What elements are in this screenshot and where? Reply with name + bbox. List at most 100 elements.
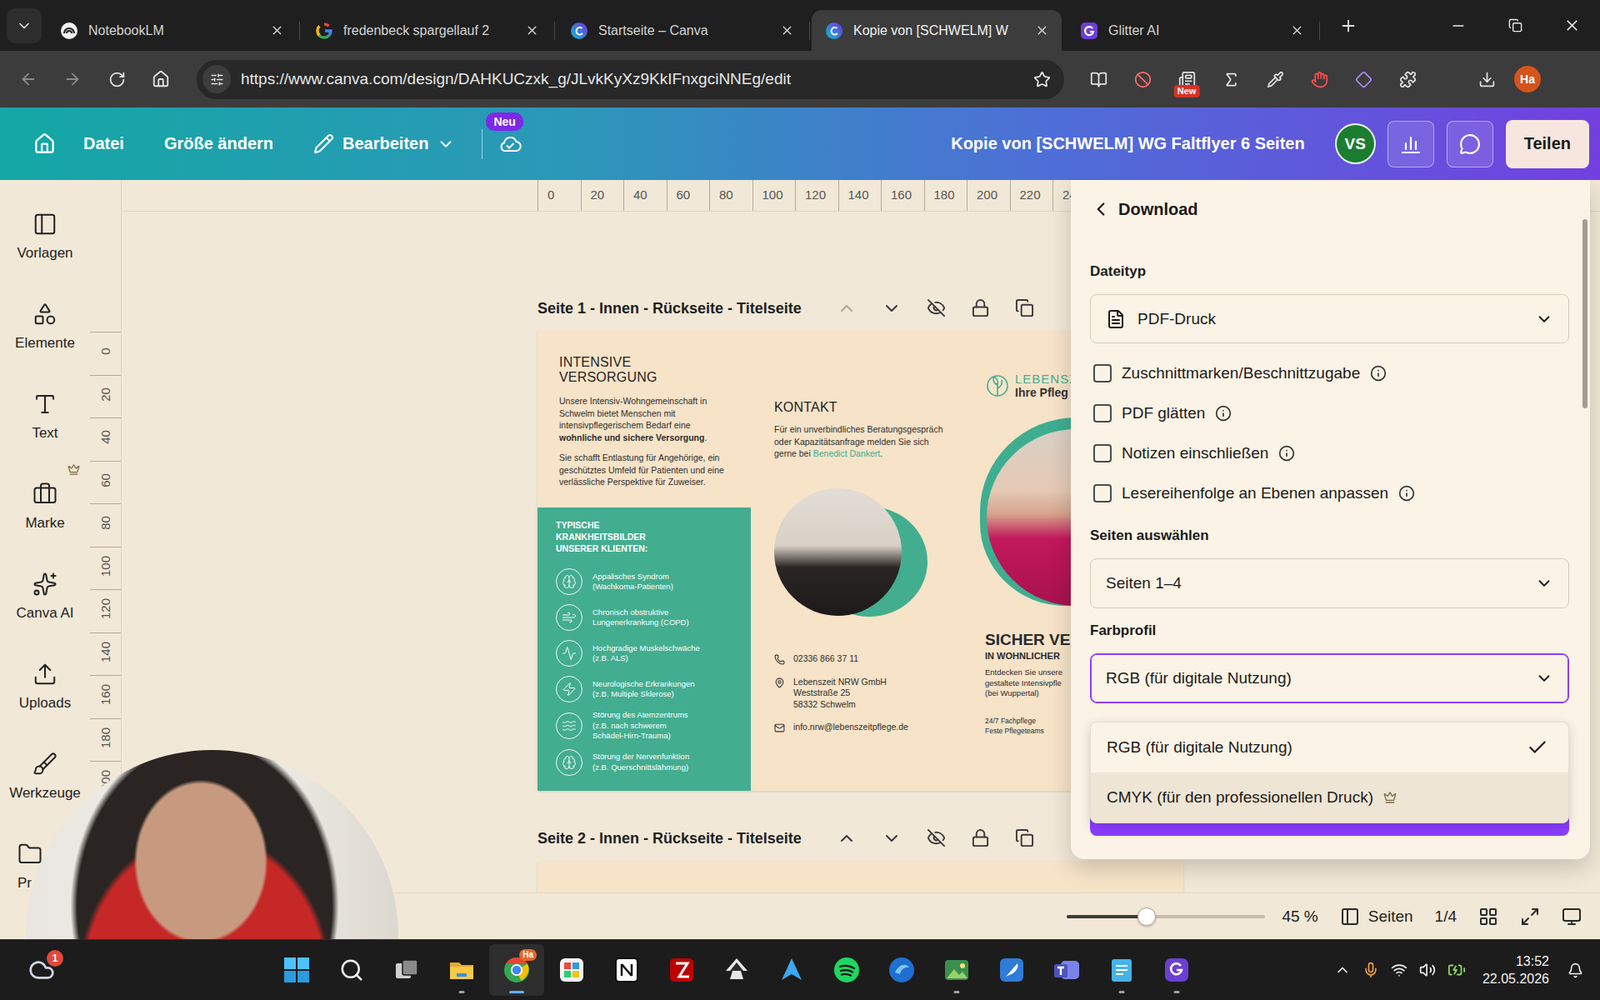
sidebar-item[interactable]: Elemente	[0, 281, 90, 372]
checkbox[interactable]	[1093, 404, 1112, 423]
taskbar-app[interactable]	[1094, 944, 1150, 996]
browser-tab[interactable]: Startseite – Canva	[556, 10, 807, 51]
forward-button[interactable]	[55, 62, 90, 96]
extension-button[interactable]	[1214, 62, 1248, 96]
tab-close-button[interactable]	[1286, 20, 1307, 41]
menu-option[interactable]: CMYK (für den professionellen Druck)	[1090, 772, 1569, 823]
sidebar-item[interactable]: Marke	[0, 461, 90, 552]
minimize-button[interactable]	[1430, 0, 1487, 51]
hide-page-button[interactable]	[926, 298, 946, 319]
weather-widget[interactable]: 1	[25, 953, 59, 987]
pages-select[interactable]: Seiten 1–4	[1090, 558, 1570, 609]
extension-button[interactable]: New	[1170, 62, 1204, 96]
restore-button[interactable]	[1486, 0, 1544, 51]
extension-button[interactable]	[1258, 62, 1292, 96]
volume-status[interactable]	[1419, 961, 1436, 979]
clock[interactable]: 13:5222.05.2026	[1482, 952, 1550, 988]
taskbar-app[interactable]	[984, 944, 1040, 996]
info-icon[interactable]	[1370, 365, 1387, 382]
extension-button[interactable]	[1302, 62, 1336, 96]
scrollbar-thumb[interactable]	[1582, 219, 1588, 409]
address-bar[interactable]: https://www.canva.com/design/DAHKUCzxk_g…	[196, 60, 1065, 100]
taskbar-app[interactable]	[544, 944, 600, 996]
tab-close-button[interactable]	[776, 20, 797, 41]
contact-text[interactable]: Für ein unverbindliches Beratungsgespräc…	[774, 423, 948, 460]
info-icon[interactable]	[1278, 445, 1295, 462]
profile-avatar[interactable]: Ha	[1514, 65, 1541, 93]
flyer-heading[interactable]: INTENSIVE VERSORGUNG	[559, 355, 733, 385]
menu-item[interactable]: Bearbeiten	[303, 125, 465, 163]
browser-tab[interactable]: Kopie von [SCHWELM] W	[811, 10, 1062, 51]
extension-button[interactable]	[1081, 62, 1115, 96]
move-up-button[interactable]	[836, 298, 857, 319]
taskbar-app[interactable]	[1039, 944, 1095, 996]
extension-button[interactable]	[1390, 62, 1425, 96]
share-button[interactable]: Teilen	[1505, 120, 1590, 169]
zoom-slider[interactable]	[1066, 915, 1265, 919]
menu-item[interactable]: Größe ändern	[154, 125, 284, 162]
checkbox[interactable]	[1093, 444, 1112, 463]
taskbar-app[interactable]	[599, 944, 655, 996]
move-down-button[interactable]	[881, 298, 902, 319]
comments-button[interactable]	[1446, 120, 1494, 168]
conditions-block[interactable]: TYPISCHE KRANKHEITSBILDER UNSERER KLIENT…	[537, 507, 751, 791]
sidebar-item[interactable]: Text	[0, 371, 90, 462]
taskbar-app[interactable]	[709, 944, 765, 996]
lock-page-button[interactable]	[970, 828, 990, 849]
sidebar-item[interactable]: Uploads	[0, 641, 90, 732]
info-icon[interactable]	[1215, 405, 1232, 422]
color-profile-select[interactable]: RGB (für digitale Nutzung)	[1090, 653, 1570, 704]
home-button[interactable]	[144, 62, 178, 96]
save-status[interactable]: Neu	[497, 132, 523, 156]
home-button[interactable]	[25, 125, 64, 164]
taskbar-app[interactable]	[434, 944, 490, 996]
flyer-text[interactable]: Unsere Intensiv-Wohngemeinschaft in Schw…	[559, 395, 733, 444]
close-window-button[interactable]	[1543, 0, 1600, 51]
site-info-button[interactable]	[202, 65, 231, 94]
duplicate-page-button[interactable]	[1015, 298, 1035, 319]
tab-close-button[interactable]	[266, 20, 287, 41]
browser-tab[interactable]: Glitter AI	[1066, 10, 1317, 51]
bookmark-button[interactable]	[1033, 70, 1051, 89]
back-button[interactable]	[11, 62, 45, 96]
taskbar-app[interactable]	[874, 944, 930, 996]
file-type-select[interactable]: PDF-Druck	[1090, 294, 1570, 344]
mic-status[interactable]	[1362, 961, 1380, 979]
page[interactable]	[537, 861, 1184, 893]
lock-page-button[interactable]	[970, 298, 990, 319]
contact-heading[interactable]: KONTAKT	[774, 400, 948, 415]
taskbar-app[interactable]	[324, 944, 380, 996]
flyer-text[interactable]: Sie schafft Entlastung für Angehörige, e…	[559, 451, 733, 489]
page-title[interactable]: Seite 1 - Innen - Rückseite - Titelseite	[537, 300, 802, 318]
present-button[interactable]	[1561, 906, 1582, 927]
taskbar-app[interactable]	[654, 944, 710, 996]
option-row[interactable]: PDF glätten	[1090, 393, 1570, 434]
info-icon[interactable]	[1398, 485, 1415, 502]
tab-close-button[interactable]	[521, 20, 542, 41]
menu-option[interactable]: RGB (für digitale Nutzung)	[1090, 722, 1569, 773]
taskbar-app[interactable]	[269, 944, 325, 996]
move-up-button[interactable]	[836, 828, 857, 849]
browser-tab[interactable]: fredenbeck spargellauf 2	[301, 10, 552, 51]
duplicate-page-button[interactable]	[1015, 828, 1035, 849]
taskbar-app[interactable]	[764, 944, 820, 996]
zoom-knob[interactable]	[1137, 907, 1156, 926]
option-row[interactable]: Zuschnittmarken/Beschnittzugabe	[1090, 353, 1570, 394]
user-avatar[interactable]: VS	[1335, 123, 1376, 165]
checkbox[interactable]	[1093, 364, 1112, 383]
insights-button[interactable]	[1387, 120, 1435, 168]
downloads-button[interactable]	[1470, 62, 1504, 96]
new-tab-button[interactable]	[1331, 9, 1365, 43]
taskbar-app[interactable]: Ha	[489, 944, 545, 996]
option-row[interactable]: Notizen einschließen	[1090, 433, 1570, 474]
wifi-status[interactable]	[1390, 961, 1408, 979]
taskbar-app[interactable]	[819, 944, 875, 996]
tab-search-button[interactable]	[6, 8, 42, 44]
document-title[interactable]: Kopie von [SCHWELM] WG Faltflyer 6 Seite…	[950, 134, 1305, 154]
tray-overflow[interactable]	[1334, 961, 1351, 979]
hide-page-button[interactable]	[926, 828, 946, 849]
option-row[interactable]: Lesereihenfolge an Ebenen anpassen	[1090, 473, 1570, 514]
browser-tab[interactable]: NotebookLM	[46, 10, 297, 51]
sidebar-item[interactable]: Vorlagen	[0, 191, 90, 282]
move-down-button[interactable]	[881, 828, 902, 849]
